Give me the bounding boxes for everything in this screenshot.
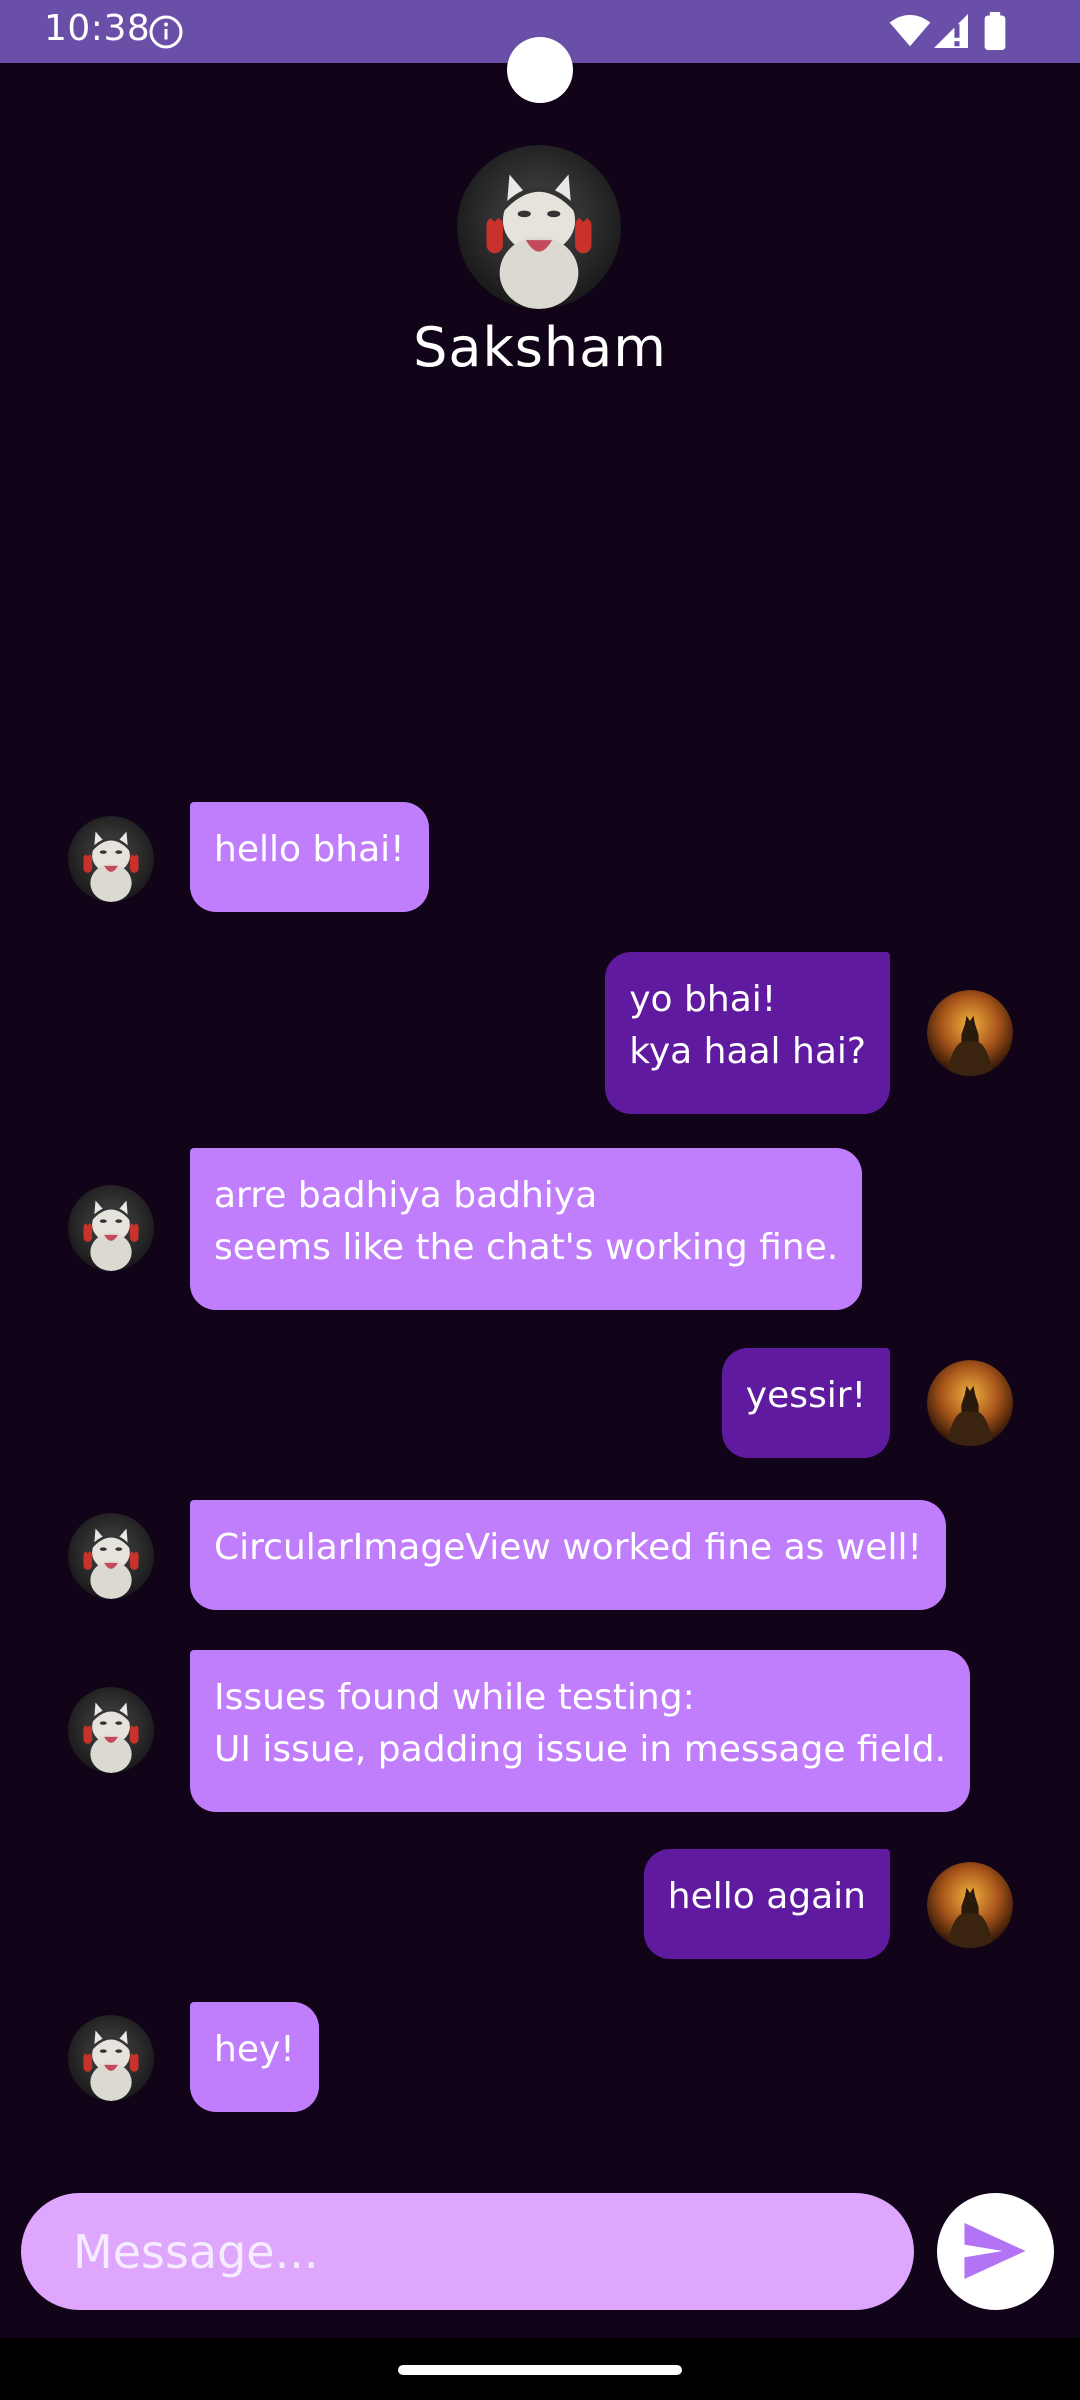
sender-avatar [68,816,154,902]
message-bubble-sent: yo bhai! kya haal hai? [605,952,890,1114]
sender-avatar [68,1687,154,1773]
sender-avatar [68,1513,154,1599]
navigation-bar [0,2338,1080,2400]
user-avatar [927,990,1013,1076]
wifi-icon [889,14,931,47]
message-bubble-received: Issues found while testing: UI issue, pa… [190,1650,971,1812]
user-avatar [927,1862,1013,1948]
message-bubble-received: hello bhai! [190,802,429,912]
contact-name: Saksham [413,316,667,379]
message-bubble-sent: yessir! [721,1348,890,1458]
signal-icon [934,14,968,48]
message-bubble-received: CircularImageView worked fine as well! [190,1500,946,1610]
home-gesture-handle[interactable] [398,2365,682,2375]
battery-icon [984,12,1006,50]
info-icon [149,15,183,49]
sender-avatar [68,2015,154,2101]
message-bubble-sent: hello again [643,1849,890,1959]
chat-screen: 10:38 Saksham hello bhai! yo bhai! kya h… [0,0,1080,2400]
user-avatar [927,1360,1013,1446]
status-time: 10:38 [44,8,151,49]
message-bubble-received: hey! [190,2002,319,2112]
camera-cutout [507,37,573,103]
contact-avatar[interactable] [457,145,621,309]
message-input[interactable] [21,2193,914,2310]
send-button[interactable] [937,2193,1054,2310]
message-bubble-received: arre badhiya badhiya seems like the chat… [190,1148,863,1310]
sender-avatar [68,1185,154,1271]
send-icon [964,2223,1026,2279]
